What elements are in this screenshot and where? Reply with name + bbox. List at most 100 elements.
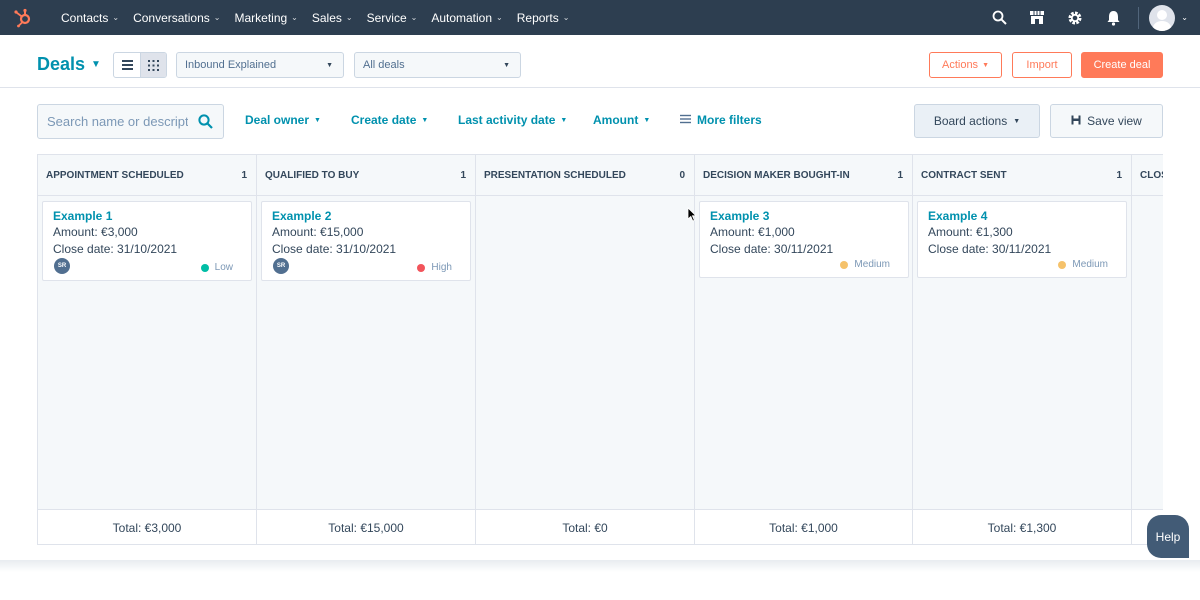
- priority-label: Medium: [854, 259, 890, 270]
- column-count: 1: [1116, 169, 1122, 181]
- board-actions-button[interactable]: Board actions ▼: [914, 104, 1040, 138]
- column-count: 1: [241, 169, 247, 181]
- deal-card[interactable]: Example 1 Amount: €3,000 Close date: 31/…: [42, 201, 252, 281]
- priority-indicator: Low: [200, 262, 233, 273]
- nav-label: Marketing: [234, 10, 288, 25]
- nav-label: Contacts: [61, 10, 109, 25]
- chevron-down-icon: ⌄: [410, 13, 418, 22]
- filter-last-activity-date[interactable]: Last activity date ▼: [458, 113, 567, 127]
- column-count: 0: [679, 169, 685, 181]
- deal-close-date: Close date: 30/11/2021: [710, 241, 834, 256]
- nav-reports[interactable]: Reports ⌄: [517, 11, 570, 25]
- notifications-bell-icon[interactable]: [1094, 0, 1132, 35]
- owner-avatar[interactable]: SR: [54, 258, 70, 274]
- actions-button-label: Actions: [941, 59, 979, 71]
- pipeline-select-value: Inbound Explained: [185, 59, 277, 71]
- mouse-cursor-icon: [687, 207, 697, 227]
- view-toggle: [113, 52, 167, 78]
- filter-label: Deal owner: [245, 113, 310, 127]
- save-view-button[interactable]: Save view: [1050, 104, 1163, 138]
- column-title: PRESENTATION SCHEDULED: [484, 169, 626, 181]
- deal-amount: Amount: €3,000: [53, 225, 138, 239]
- filter-amount[interactable]: Amount ▼: [593, 113, 650, 127]
- nav-label: Reports: [516, 10, 559, 25]
- page-header: Deals ▼ Inbound Explained ▼ All deals ▼ …: [0, 35, 1200, 88]
- filter-label: Create date: [351, 113, 417, 127]
- nav-label: Conversations: [133, 10, 210, 25]
- user-avatar[interactable]: [1149, 4, 1176, 31]
- nav-conversations[interactable]: Conversations ⌄: [133, 11, 220, 25]
- filter-create-date[interactable]: Create date ▼: [351, 113, 428, 127]
- caret-down-icon: ▼: [503, 61, 510, 69]
- nav-marketing[interactable]: Marketing ⌄: [234, 11, 297, 25]
- deal-amount: Amount: €1,000: [710, 225, 795, 239]
- chevron-down-icon[interactable]: ⌄: [1181, 13, 1188, 22]
- create-deal-button-label: Create deal: [1093, 59, 1151, 71]
- nav-automation[interactable]: Automation ⌄: [431, 11, 502, 25]
- chevron-down-icon: ⌄: [345, 13, 353, 22]
- filter-label: Amount: [593, 113, 639, 127]
- import-button[interactable]: Import: [1012, 52, 1072, 78]
- hubspot-logo-icon[interactable]: [0, 0, 46, 35]
- priority-label: Medium: [1072, 259, 1108, 270]
- caret-down-icon: ▼: [560, 116, 568, 124]
- chevron-down-icon: ⌄: [291, 13, 298, 22]
- deal-card[interactable]: Example 3 Amount: €1,000 Close date: 30/…: [699, 201, 909, 278]
- filter-deal-owner[interactable]: Deal owner ▼: [245, 113, 321, 127]
- help-button[interactable]: Help: [1147, 515, 1189, 558]
- caret-down-icon: ▼: [326, 61, 333, 69]
- column-total: Total: €1,000: [695, 509, 912, 544]
- column-total: Total: €0: [476, 509, 694, 544]
- deal-card[interactable]: Example 4 Amount: €1,300 Close date: 30/…: [917, 201, 1127, 278]
- column-header: CLOS: [1132, 155, 1163, 196]
- search-icon[interactable]: [198, 114, 213, 134]
- column-title: CONTRACT SENT: [921, 169, 1007, 181]
- marketplace-icon[interactable]: [1018, 0, 1056, 35]
- deal-name-link[interactable]: Example 3: [710, 208, 898, 224]
- board-actions-label: Board actions: [933, 114, 1008, 128]
- priority-indicator: High: [417, 262, 452, 273]
- page-title-text: Deals: [37, 54, 86, 74]
- board-column: PRESENTATION SCHEDULED 0 Total: €0: [476, 155, 695, 544]
- nav-label: Automation: [431, 10, 493, 25]
- more-filters-button[interactable]: More filters: [680, 113, 762, 127]
- import-button-label: Import: [1026, 59, 1058, 71]
- column-header: PRESENTATION SCHEDULED 0: [476, 155, 694, 196]
- deal-name-link[interactable]: Example 2: [272, 208, 460, 224]
- deal-card[interactable]: Example 2 Amount: €15,000 Close date: 31…: [261, 201, 471, 281]
- board-column: DECISION MAKER BOUGHT-IN 1 Example 3 Amou…: [695, 155, 913, 544]
- pipeline-select[interactable]: Inbound Explained ▼: [176, 52, 344, 78]
- page-title[interactable]: Deals ▼: [37, 54, 101, 75]
- deal-name-link[interactable]: Example 4: [928, 208, 1116, 224]
- view-select[interactable]: All deals ▼: [354, 52, 521, 78]
- actions-button[interactable]: Actions ▼: [929, 52, 1002, 78]
- owner-avatar[interactable]: SR: [273, 258, 289, 274]
- nav-service[interactable]: Service ⌄: [367, 11, 418, 25]
- board-view-icon[interactable]: [140, 53, 166, 77]
- column-title: APPOINTMENT SCHEDULED: [46, 169, 184, 181]
- search-box: [37, 104, 224, 139]
- deal-amount: Amount: €1,300: [928, 225, 1013, 239]
- filter-label: Last activity date: [458, 113, 556, 127]
- nav-contacts[interactable]: Contacts ⌄: [61, 11, 119, 25]
- list-view-icon[interactable]: [114, 53, 140, 77]
- help-button-label: Help: [1155, 529, 1181, 544]
- priority-indicator: Medium: [1058, 259, 1108, 270]
- nav-sales[interactable]: Sales ⌄: [312, 11, 353, 25]
- chevron-down-icon: ⌄: [496, 13, 503, 22]
- nav-right-tools: ⌄: [980, 0, 1200, 35]
- board-column: CLOS: [1132, 155, 1163, 544]
- column-title: CLOS: [1140, 169, 1163, 181]
- deal-amount: Amount: €15,000: [272, 225, 364, 239]
- column-header: CONTRACT SENT 1: [913, 155, 1131, 196]
- deal-name-link[interactable]: Example 1: [53, 208, 241, 224]
- column-title: QUALIFIED TO BUY: [265, 169, 360, 181]
- priority-indicator: Medium: [840, 259, 890, 270]
- search-icon[interactable]: [980, 0, 1018, 35]
- create-deal-button[interactable]: Create deal: [1081, 52, 1163, 78]
- search-input[interactable]: [38, 114, 188, 129]
- board-column: APPOINTMENT SCHEDULED 1 Example 1 Amount:…: [38, 155, 257, 544]
- settings-gear-icon[interactable]: [1056, 0, 1094, 35]
- view-select-value: All deals: [363, 59, 405, 71]
- board-column: QUALIFIED TO BUY 1 Example 2 Amount: €15,…: [257, 155, 476, 544]
